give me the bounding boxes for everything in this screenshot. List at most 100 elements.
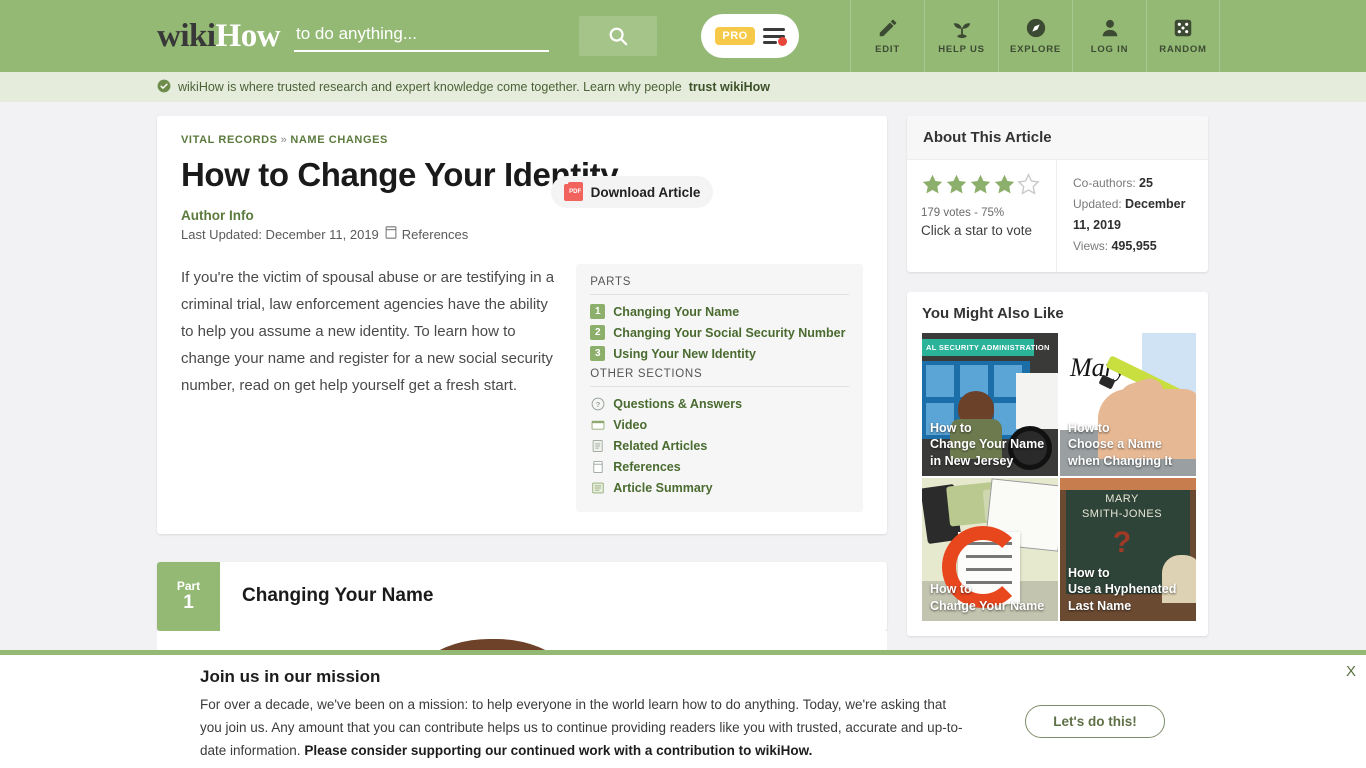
illustration-wall — [1060, 478, 1196, 490]
toc-part-number: 3 — [590, 346, 606, 361]
ymal-caption: How to Change Your Name in New Jersey — [922, 414, 1058, 477]
views-value: 495,955 — [1111, 239, 1157, 253]
nav-label: EDIT — [875, 44, 900, 55]
ymal-grid: AL SECURITY ADMINISTRATION How to Change… — [922, 333, 1196, 621]
ymal-howto: How to — [1068, 420, 1110, 435]
references-label: References — [401, 226, 469, 242]
breadcrumb-separator: » — [280, 134, 288, 146]
nav-item-explore[interactable]: EXPLORE — [998, 0, 1072, 72]
part-title: Changing Your Name — [242, 585, 434, 607]
page-title: How to Change Your Identity — [181, 156, 619, 193]
nav-item-random[interactable]: RANDOM — [1146, 0, 1220, 72]
logo-wiki-text: wiki — [157, 17, 216, 54]
star-4-filled[interactable] — [993, 173, 1016, 201]
ymal-caption: How to Change Your Name — [922, 575, 1052, 621]
download-article-button[interactable]: PDF Download Article — [551, 176, 713, 208]
chalk-line-1: MARY — [1105, 493, 1139, 505]
video-icon — [590, 417, 605, 432]
references-icon — [590, 459, 605, 474]
part-badge: Part 1 — [157, 562, 220, 631]
ymal-item-4[interactable]: MARY SMITH-JONES ? How to Use a Hyphenat… — [1060, 478, 1196, 621]
article-facts: Co-authors: 25 Updated: December 11, 201… — [1057, 160, 1208, 272]
ymal-item-3[interactable]: How to Change Your Name — [922, 478, 1058, 621]
chalk-line-2: SMITH-JONES — [1081, 508, 1163, 520]
breadcrumb-item-vital-records[interactable]: VITAL RECORDS — [181, 134, 278, 146]
pro-badge: PRO — [715, 27, 755, 45]
summary-icon — [590, 480, 605, 495]
hamburger-menu-icon[interactable] — [762, 28, 787, 46]
trust-banner: wikiHow is where trusted research and ex… — [0, 72, 1366, 102]
wikihow-logo[interactable]: wikiHow — [157, 17, 281, 54]
trust-link[interactable]: trust wikiHow — [689, 80, 770, 94]
part-word: Part — [176, 579, 201, 593]
ymal-howto: How to — [1068, 565, 1110, 580]
toc-other-label: Related Articles — [613, 438, 708, 453]
breadcrumb: VITAL RECORDS» NAME CHANGES — [181, 134, 863, 146]
nav-item-log-in[interactable]: LOG IN — [1072, 0, 1146, 72]
search-button[interactable] — [579, 16, 658, 56]
toc-other-label: Questions & Answers — [613, 396, 743, 411]
author-info-link[interactable]: Author Info — [181, 208, 863, 223]
ymal-title: Choose a Name when Changing It — [1068, 437, 1173, 468]
about-this-article-card: About This Article 179 votes - 75% Click… — [907, 116, 1208, 272]
ymal-item-2[interactable]: Mary How to Choose a Name when Changing … — [1060, 333, 1196, 476]
part-section-header: Part 1 Changing Your Name — [157, 562, 887, 631]
click-a-star-to-vote[interactable]: Click a star to vote — [921, 223, 1044, 238]
notification-dot — [777, 37, 787, 46]
nav-item-edit[interactable]: EDIT — [850, 0, 924, 72]
star-2-filled[interactable] — [945, 173, 968, 201]
compass-icon — [1025, 17, 1047, 39]
sidebar: About This Article 179 votes - 75% Click… — [907, 116, 1208, 636]
search-area — [294, 16, 658, 56]
toc-part-2[interactable]: 2 Changing Your Social Security Number — [590, 322, 849, 343]
toc-other-label: References — [613, 459, 681, 474]
views-row: Views: 495,955 — [1073, 236, 1196, 257]
rating-box: 179 votes - 75% Click a star to vote — [907, 160, 1057, 272]
pro-menu-button[interactable]: PRO — [701, 14, 800, 58]
toc-part-label: Changing Your Social Security Number — [613, 325, 846, 340]
chalkboard-text: MARY SMITH-JONES — [1060, 492, 1184, 522]
star-rating[interactable] — [921, 173, 1044, 201]
search-input[interactable] — [294, 20, 550, 52]
nav-label: EXPLORE — [1010, 44, 1061, 55]
you-might-also-like-card: You Might Also Like AL SECURITY ADMINIST… — [907, 292, 1208, 636]
ssa-sign: AL SECURITY ADMINISTRATION — [922, 339, 1049, 356]
ymal-title: Use a Hyphenated Last Name — [1068, 582, 1177, 613]
toc-video[interactable]: Video — [590, 414, 849, 435]
toc-related-articles[interactable]: Related Articles — [590, 435, 849, 456]
toc-article-summary[interactable]: Article Summary — [590, 477, 849, 498]
pencil-icon — [877, 17, 899, 39]
banner-text-bold: Please consider supporting our continued… — [304, 743, 813, 758]
views-label: Views: — [1073, 239, 1109, 253]
article-body: If you're the victim of spousal abuse or… — [157, 264, 887, 534]
ymal-item-1[interactable]: AL SECURITY ADMINISTRATION How to Change… — [922, 333, 1058, 476]
close-banner-button[interactable]: X — [1346, 663, 1356, 680]
nav-label: LOG IN — [1090, 44, 1129, 55]
toc-part-3[interactable]: 3 Using Your New Identity — [590, 343, 849, 364]
nav-item-help-us[interactable]: HELP US — [924, 0, 998, 72]
star-5-empty[interactable] — [1017, 173, 1040, 201]
toc-questions-answers[interactable]: ? Questions & Answers — [590, 393, 849, 414]
ymal-howto: How to — [930, 582, 972, 596]
search-icon — [607, 25, 629, 47]
toc-references[interactable]: References — [590, 456, 849, 477]
breadcrumb-item-name-changes[interactable]: NAME CHANGES — [290, 134, 388, 146]
article-meta: Last Updated: December 11, 2019 Referenc… — [181, 226, 863, 242]
star-1-filled[interactable] — [921, 173, 944, 201]
toc-part-number: 1 — [590, 304, 606, 319]
check-badge-icon — [157, 79, 171, 96]
ymal-caption: How to Use a Hyphenated Last Name — [1060, 559, 1196, 622]
donation-banner: Join us in our mission For over a decade… — [0, 650, 1366, 768]
chalk-question-mark: ? — [1112, 526, 1132, 559]
references-link[interactable]: References — [385, 226, 468, 242]
lets-do-this-button[interactable]: Let's do this! — [1025, 705, 1165, 738]
last-updated-text: Last Updated: December 11, 2019 — [181, 226, 379, 242]
dice-icon — [1172, 17, 1194, 39]
logo-how-text: How — [215, 17, 281, 54]
toc-part-1[interactable]: 1 Changing Your Name — [590, 301, 849, 322]
coauthors-label: Co-authors: — [1073, 176, 1136, 190]
article-card: VITAL RECORDS» NAME CHANGES How to Change… — [157, 116, 887, 534]
star-3-filled[interactable] — [969, 173, 992, 201]
toc-parts-heading: PARTS — [590, 276, 849, 295]
article-icon — [590, 438, 605, 453]
